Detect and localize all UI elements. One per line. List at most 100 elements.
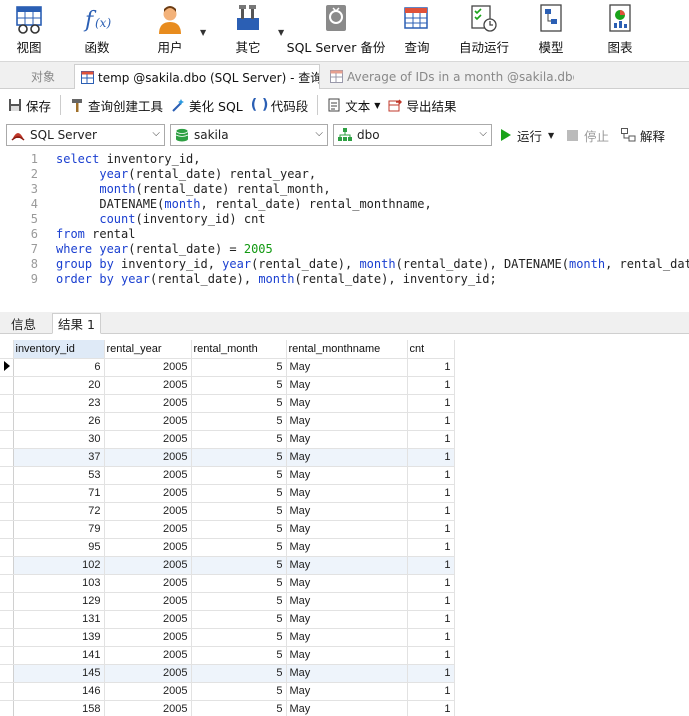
table-cell-inventory-id[interactable]: 72: [13, 502, 105, 521]
table-cell-inventory-id[interactable]: 139: [13, 628, 105, 647]
row-selector[interactable]: [0, 358, 14, 377]
ribbon-chart-button[interactable]: 图表: [604, 2, 636, 60]
row-selector[interactable]: [0, 430, 14, 449]
table-cell-rental-year[interactable]: 2005: [104, 520, 192, 539]
table-cell-rental-year[interactable]: 2005: [104, 358, 192, 377]
table-cell-inventory-id[interactable]: 26: [13, 412, 105, 431]
table-cell-inventory-id[interactable]: 30: [13, 430, 105, 449]
table-cell-rental-year[interactable]: 2005: [104, 376, 192, 395]
table-cell-rental-monthname[interactable]: May: [286, 646, 408, 665]
table-cell-rental-year[interactable]: 2005: [104, 430, 192, 449]
ribbon-query-button[interactable]: 查询: [400, 2, 434, 60]
table-cell-cnt[interactable]: 1: [407, 556, 455, 575]
export-results-button[interactable]: 导出结果: [384, 93, 460, 117]
table-cell-rental-monthname[interactable]: May: [286, 430, 408, 449]
tab-result-1[interactable]: 结果 1: [52, 313, 101, 334]
run-dropdown-icon[interactable]: ▼: [548, 131, 554, 140]
table-cell-rental-monthname[interactable]: May: [286, 682, 408, 701]
table-cell-cnt[interactable]: 1: [407, 448, 455, 467]
row-selector[interactable]: [0, 646, 14, 665]
column-header[interactable]: rental_year: [104, 340, 192, 359]
table-cell-rental-month[interactable]: 5: [191, 394, 287, 413]
code-snippet-button[interactable]: ( ) 代码段: [247, 93, 313, 117]
table-cell-rental-year[interactable]: 2005: [104, 556, 192, 575]
row-selector[interactable]: [0, 556, 14, 575]
table-cell-cnt[interactable]: 1: [407, 592, 455, 611]
table-cell-rental-month[interactable]: 5: [191, 448, 287, 467]
table-row[interactable]: 129 2005 5 May 1: [0, 592, 455, 611]
table-cell-cnt[interactable]: 1: [407, 574, 455, 593]
query-builder-button[interactable]: 查询创建工具: [66, 93, 167, 117]
table-row[interactable]: 131 2005 5 May 1: [0, 610, 455, 629]
table-cell-rental-monthname[interactable]: May: [286, 520, 408, 539]
save-button[interactable]: 保存: [4, 93, 55, 117]
table-row[interactable]: 53 2005 5 May 1: [0, 466, 455, 485]
sql-editor[interactable]: 123456789 select inventory_id, year(rent…: [0, 150, 689, 312]
table-row[interactable]: 141 2005 5 May 1: [0, 646, 455, 665]
table-cell-rental-year[interactable]: 2005: [104, 412, 192, 431]
table-row[interactable]: 146 2005 5 May 1: [0, 682, 455, 701]
text-dropdown-icon[interactable]: ▼: [374, 101, 380, 110]
table-cell-rental-month[interactable]: 5: [191, 376, 287, 395]
table-cell-cnt[interactable]: 1: [407, 358, 455, 377]
ribbon-user-dropdown-icon[interactable]: ▼: [200, 28, 206, 37]
table-cell-rental-year[interactable]: 2005: [104, 646, 192, 665]
table-cell-inventory-id[interactable]: 129: [13, 592, 105, 611]
table-cell-cnt[interactable]: 1: [407, 484, 455, 503]
table-cell-rental-monthname[interactable]: May: [286, 358, 408, 377]
table-cell-rental-month[interactable]: 5: [191, 682, 287, 701]
table-cell-cnt[interactable]: 1: [407, 664, 455, 683]
table-cell-cnt[interactable]: 1: [407, 610, 455, 629]
row-selector[interactable]: [0, 664, 14, 683]
table-cell-rental-monthname[interactable]: May: [286, 502, 408, 521]
table-cell-cnt[interactable]: 1: [407, 628, 455, 647]
table-cell-inventory-id[interactable]: 23: [13, 394, 105, 413]
table-cell-cnt[interactable]: 1: [407, 682, 455, 701]
table-cell-rental-month[interactable]: 5: [191, 538, 287, 557]
table-cell-rental-year[interactable]: 2005: [104, 484, 192, 503]
row-selector[interactable]: [0, 592, 14, 611]
beautify-sql-button[interactable]: 美化 SQL: [167, 93, 247, 117]
table-cell-cnt[interactable]: 1: [407, 412, 455, 431]
table-cell-inventory-id[interactable]: 131: [13, 610, 105, 629]
table-cell-cnt[interactable]: 1: [407, 376, 455, 395]
ribbon-view-button[interactable]: 视图: [10, 2, 48, 60]
tab-average-query[interactable]: Average of IDs in a month @sakila.dbo (.…: [324, 64, 574, 89]
table-cell-rental-month[interactable]: 5: [191, 592, 287, 611]
table-row[interactable]: 103 2005 5 May 1: [0, 574, 455, 593]
result-grid[interactable]: inventory_id rental_year rental_month re…: [0, 340, 689, 716]
table-cell-inventory-id[interactable]: 37: [13, 448, 105, 467]
tab-objects[interactable]: 对象: [14, 64, 72, 89]
table-cell-rental-month[interactable]: 5: [191, 574, 287, 593]
explain-button[interactable]: 解释: [621, 125, 665, 145]
table-cell-rental-year[interactable]: 2005: [104, 502, 192, 521]
table-cell-rental-month[interactable]: 5: [191, 520, 287, 539]
table-cell-inventory-id[interactable]: 158: [13, 700, 105, 716]
table-row[interactable]: 6 2005 5 May 1: [0, 358, 455, 377]
table-cell-rental-monthname[interactable]: May: [286, 610, 408, 629]
ribbon-model-button[interactable]: 模型: [536, 2, 566, 60]
table-cell-rental-month[interactable]: 5: [191, 664, 287, 683]
row-selector[interactable]: [0, 484, 14, 503]
table-cell-rental-year[interactable]: 2005: [104, 682, 192, 701]
table-cell-rental-year[interactable]: 2005: [104, 628, 192, 647]
table-cell-rental-year[interactable]: 2005: [104, 466, 192, 485]
table-cell-rental-monthname[interactable]: May: [286, 466, 408, 485]
table-row[interactable]: 71 2005 5 May 1: [0, 484, 455, 503]
row-selector[interactable]: [0, 412, 14, 431]
column-header[interactable]: cnt: [407, 340, 455, 359]
table-cell-inventory-id[interactable]: 103: [13, 574, 105, 593]
table-cell-rental-monthname[interactable]: May: [286, 628, 408, 647]
table-cell-inventory-id[interactable]: 71: [13, 484, 105, 503]
table-cell-inventory-id[interactable]: 20: [13, 376, 105, 395]
run-button[interactable]: 运行 ▼: [501, 125, 554, 145]
table-cell-rental-year[interactable]: 2005: [104, 700, 192, 716]
table-cell-rental-monthname[interactable]: May: [286, 484, 408, 503]
table-cell-rental-monthname[interactable]: May: [286, 376, 408, 395]
table-cell-inventory-id[interactable]: 79: [13, 520, 105, 539]
table-cell-cnt[interactable]: 1: [407, 520, 455, 539]
table-cell-rental-month[interactable]: 5: [191, 610, 287, 629]
table-cell-rental-year[interactable]: 2005: [104, 394, 192, 413]
table-row[interactable]: 72 2005 5 May 1: [0, 502, 455, 521]
table-cell-rental-monthname[interactable]: May: [286, 664, 408, 683]
